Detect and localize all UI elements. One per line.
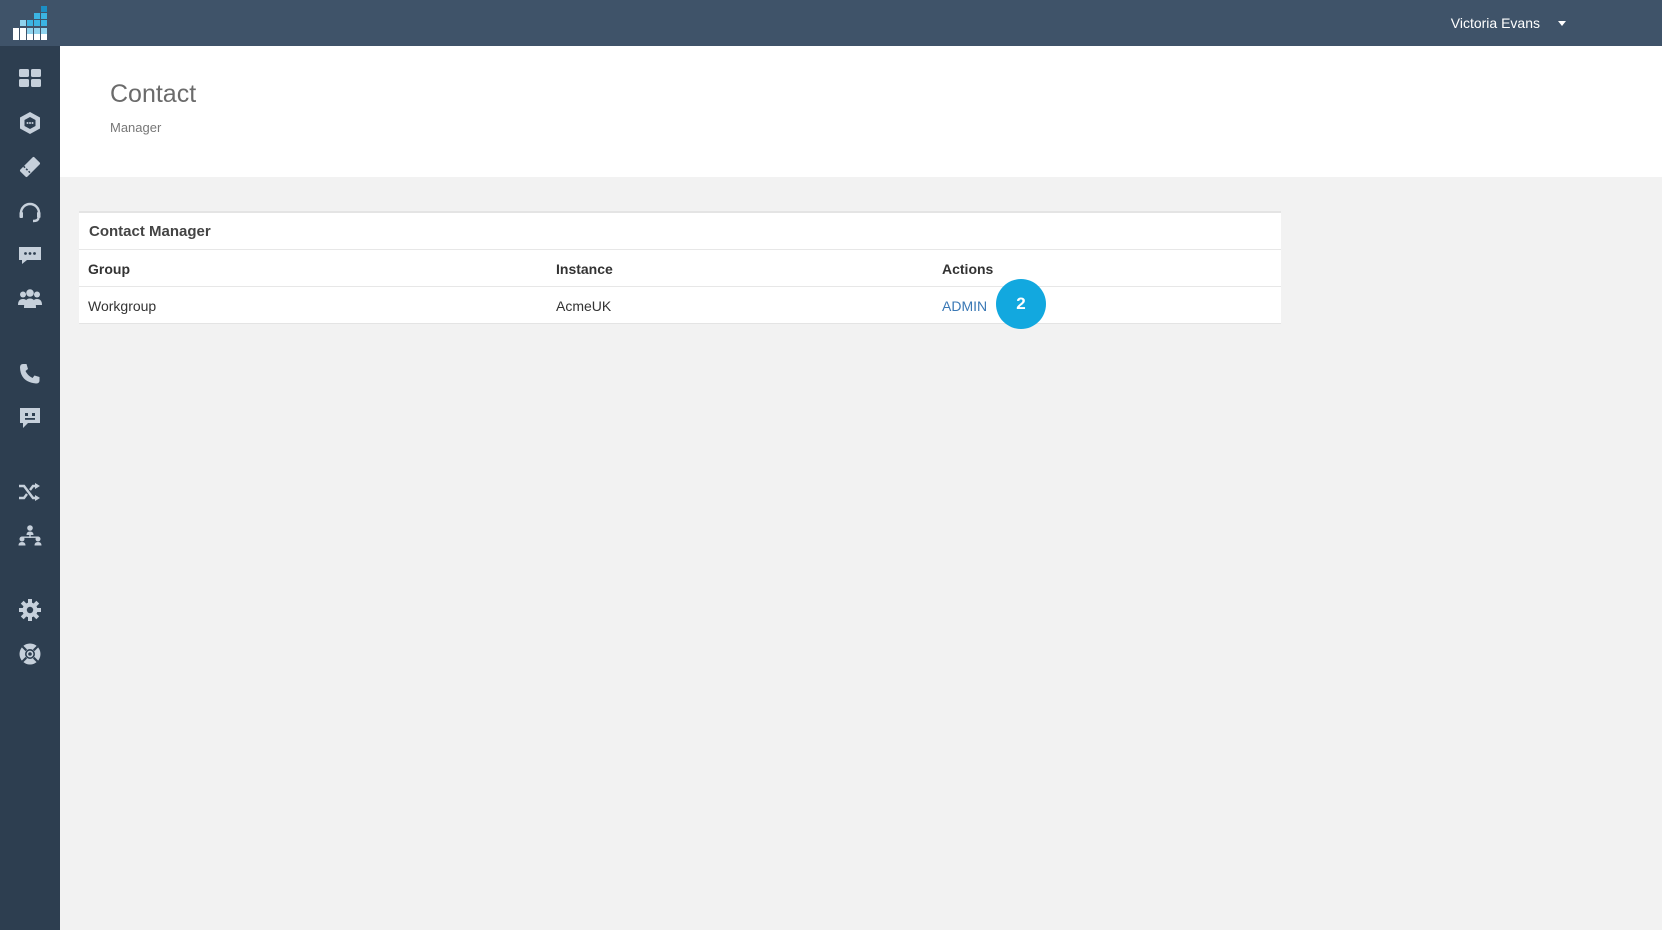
page-title: Contact	[110, 80, 197, 108]
caret-down-icon	[1558, 20, 1566, 26]
message-icon[interactable]	[15, 403, 45, 433]
hexagon-chat-icon[interactable]	[15, 108, 45, 138]
lifebuoy-icon[interactable]	[15, 639, 45, 669]
shuffle-icon[interactable]	[15, 477, 45, 507]
column-header-group: Group	[88, 260, 130, 277]
sidebar	[0, 46, 60, 930]
page-subtitle: Manager	[110, 120, 162, 135]
page-header: Contact Manager	[60, 46, 1662, 177]
panel-title: Contact Manager	[79, 213, 1281, 250]
admin-link[interactable]: ADMIN	[942, 298, 987, 314]
step-badge: 2	[996, 279, 1046, 329]
top-bar: Victoria Evans	[0, 0, 1662, 46]
table-header-row: Group Instance Actions	[79, 250, 1281, 287]
column-header-instance: Instance	[556, 260, 613, 277]
phone-icon[interactable]	[15, 359, 45, 389]
gear-icon[interactable]	[15, 595, 45, 625]
org-chart-icon[interactable]	[15, 521, 45, 551]
table-row: Workgroup AcmeUK ADMIN	[79, 287, 1281, 324]
chat-bubble-icon[interactable]	[15, 240, 45, 270]
group-cell: Workgroup	[88, 297, 157, 314]
instance-cell: AcmeUK	[556, 297, 612, 314]
actions-cell: ADMIN	[942, 287, 987, 324]
column-header-actions: Actions	[942, 260, 994, 277]
app-logo-icon[interactable]	[13, 6, 47, 40]
contact-manager-panel: Contact Manager Group Instance Actions W…	[79, 211, 1281, 324]
users-group-icon[interactable]	[15, 284, 45, 314]
ticket-icon[interactable]	[15, 152, 45, 182]
headset-icon[interactable]	[15, 196, 45, 226]
user-name: Victoria Evans	[1450, 15, 1540, 31]
dashboard-icon[interactable]	[15, 63, 45, 93]
user-menu[interactable]: Victoria Evans	[1451, 0, 1566, 46]
